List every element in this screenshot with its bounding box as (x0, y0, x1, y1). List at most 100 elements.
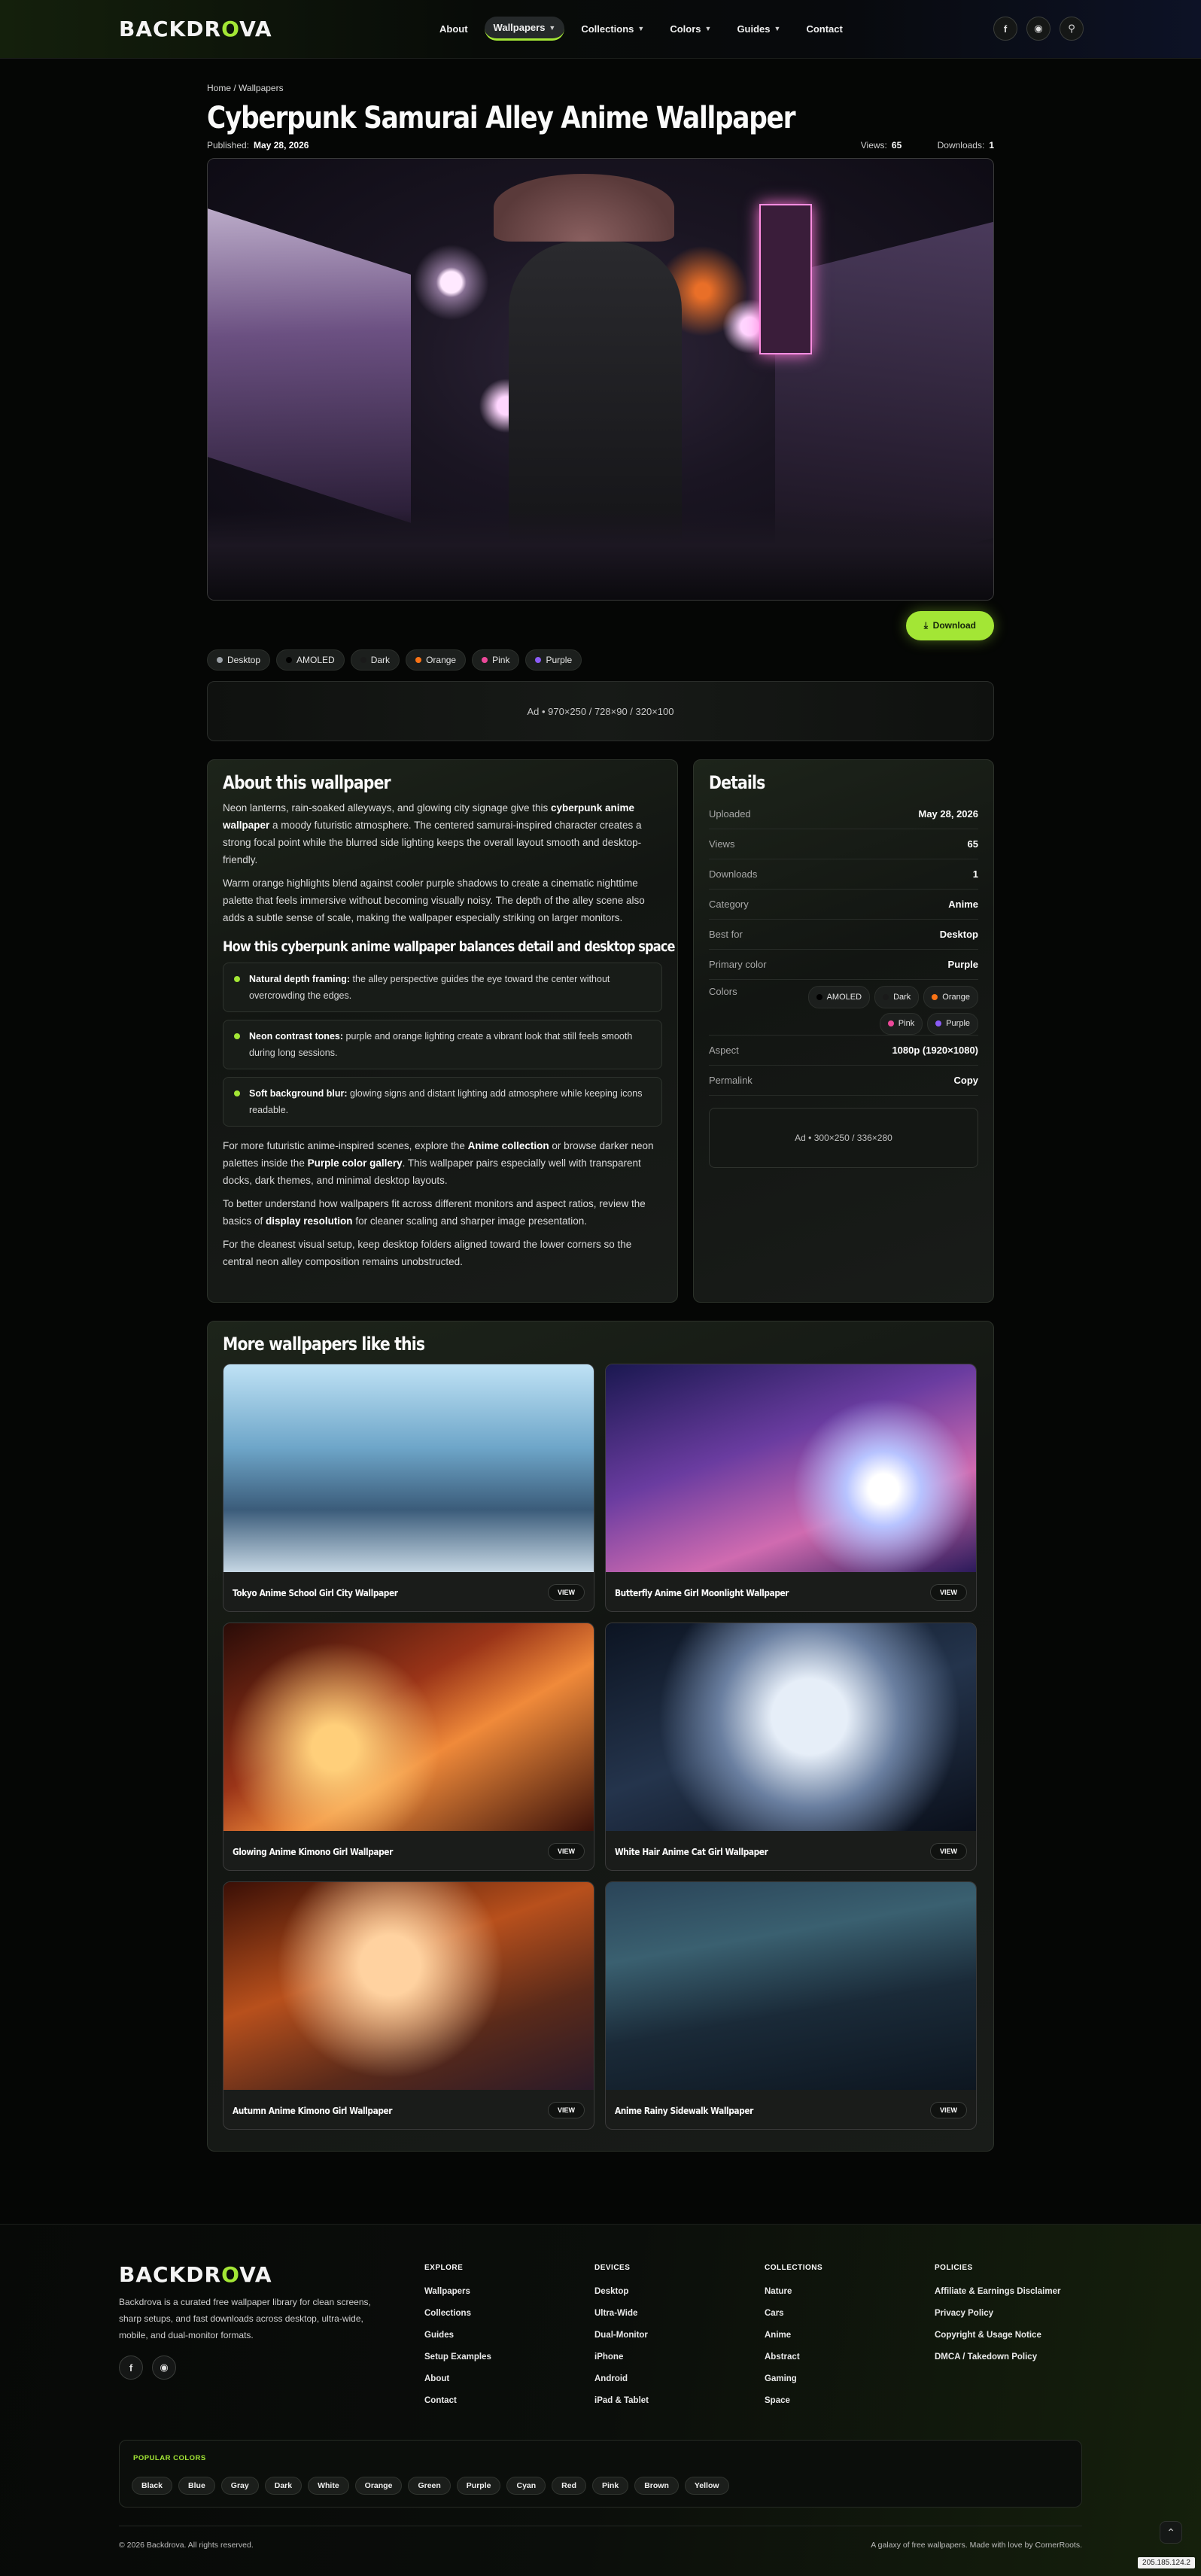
facebook-icon[interactable]: f (119, 2356, 143, 2380)
footer-link[interactable]: Wallpapers (424, 2281, 491, 2303)
chevron-down-icon: ▼ (549, 23, 556, 32)
color-pill[interactable]: Brown (634, 2477, 679, 2495)
view-button[interactable]: VIEW (547, 1584, 585, 1601)
view-button[interactable]: VIEW (929, 1584, 967, 1601)
site-logo[interactable]: BACKDROVA (119, 17, 272, 41)
footer-link[interactable]: Gaming (765, 2368, 822, 2390)
view-button[interactable]: VIEW (547, 2102, 585, 2118)
wallpaper-card[interactable]: White Hair Anime Cat Girl Wallpaper VIEW (605, 1623, 977, 1871)
view-button[interactable]: VIEW (929, 1843, 967, 1860)
footer-link[interactable]: iPhone (594, 2346, 649, 2368)
wallpaper-preview-image[interactable] (207, 158, 994, 601)
nav-collections[interactable]: Collections ▼ (572, 17, 653, 41)
wallpaper-card[interactable]: Tokyo Anime School Girl City Wallpaper VI… (223, 1364, 594, 1612)
color-pill[interactable]: Red (552, 2477, 587, 2495)
chip-purple[interactable]: Purple (525, 649, 582, 671)
anime-collection-link[interactable]: Anime collection (468, 1140, 549, 1151)
footer-link[interactable]: Privacy Policy (935, 2303, 1060, 2325)
color-pill[interactable]: White (308, 2477, 349, 2495)
color-pill[interactable]: Black (132, 2477, 173, 2495)
facebook-icon[interactable]: f (993, 17, 1017, 41)
chip-desktop[interactable]: Desktop (207, 649, 271, 671)
chip-pink[interactable]: Pink (472, 649, 520, 671)
wallpaper-thumbnail[interactable] (606, 1882, 976, 2090)
wallpaper-thumbnail[interactable] (606, 1364, 976, 1572)
wallpaper-thumbnail[interactable] (223, 1364, 594, 1572)
footer-link[interactable]: Android (594, 2368, 649, 2390)
color-chip-pink[interactable]: Pink (879, 1012, 923, 1035)
footer-link[interactable]: Dual-Monitor (594, 2325, 649, 2346)
footer-link[interactable]: iPad & Tablet (594, 2390, 649, 2412)
nav-colors[interactable]: Colors ▼ (661, 17, 720, 41)
color-pill[interactable]: Blue (178, 2477, 215, 2495)
copy-permalink-button[interactable]: Copy (954, 1075, 979, 1086)
chip-orange[interactable]: Orange (406, 649, 467, 671)
wallpaper-card[interactable]: Anime Rainy Sidewalk Wallpaper VIEW (605, 1881, 977, 2130)
wallpaper-thumbnail[interactable] (606, 1623, 976, 1831)
detail-primary-color: Primary color Purple (709, 950, 978, 980)
main-content: Home / Wallpapers Cyberpunk Samurai Alle… (207, 83, 994, 2152)
purple-gallery-link[interactable]: Purple color gallery (308, 1157, 403, 1169)
color-pill[interactable]: Pink (592, 2477, 629, 2495)
breadcrumb[interactable]: Home / Wallpapers (207, 83, 994, 93)
color-chip-orange[interactable]: Orange (923, 986, 978, 1008)
about-paragraph: Warm orange highlights blend against coo… (223, 877, 645, 923)
about-paragraph: For more futuristic anime-inspired scene… (223, 1140, 654, 1186)
color-pill[interactable]: Orange (354, 2477, 403, 2495)
color-chip-dark[interactable]: Dark (874, 986, 920, 1008)
footer-description: Backdrova is a curated free wallpaper li… (119, 2297, 371, 2340)
color-pill[interactable]: Dark (264, 2477, 303, 2495)
nav-about[interactable]: About (430, 17, 477, 41)
details-card: Details Uploaded May 28, 2026 Views 65 Dow… (693, 759, 994, 1303)
color-pill[interactable]: Cyan (506, 2477, 546, 2495)
wallpaper-thumbnail[interactable] (223, 1882, 594, 2090)
ip-label: 205.185.124.2 (1138, 2557, 1195, 2568)
footer-link[interactable]: Nature (765, 2281, 822, 2303)
about-paragraph: Neon lanterns, rain-soaked alleyways, an… (223, 802, 642, 865)
wallpaper-card[interactable]: Glowing Anime Kimono Girl Wallpaper VIEW (223, 1623, 594, 1871)
footer-link[interactable]: Space (765, 2390, 822, 2412)
back-to-top-button[interactable]: ⌃ (1160, 2521, 1182, 2544)
detail-uploaded: Uploaded May 28, 2026 (709, 799, 978, 829)
main-nav: About Wallpapers ▼ Collections ▼ Colors ▼ G… (430, 17, 852, 41)
nav-contact[interactable]: Contact (797, 17, 851, 41)
color-pill[interactable]: Green (408, 2477, 451, 2495)
nav-wallpapers[interactable]: Wallpapers ▼ (484, 17, 565, 41)
footer-link[interactable]: Copyright & Usage Notice (935, 2325, 1060, 2346)
footer-link[interactable]: DMCA / Takedown Policy (935, 2346, 1060, 2368)
search-icon[interactable]: ⚲ (1060, 17, 1084, 41)
color-pill[interactable]: Yellow (684, 2477, 729, 2495)
color-chip-purple[interactable]: Purple (927, 1012, 978, 1035)
footer-link[interactable]: About (424, 2368, 491, 2390)
wallpaper-card[interactable]: Autumn Anime Kimono Girl Wallpaper VIEW (223, 1881, 594, 2130)
published-info: Published: May 28, 2026 (207, 140, 309, 151)
footer-link[interactable]: Abstract (765, 2346, 822, 2368)
footer-link[interactable]: Guides (424, 2325, 491, 2346)
footer-logo[interactable]: BACKDROVA (119, 2262, 272, 2287)
about-card: About this wallpaper Neon lanterns, rain… (207, 759, 678, 1303)
instagram-icon[interactable]: ◉ (152, 2356, 176, 2380)
wallpaper-thumbnail[interactable] (223, 1623, 594, 1831)
footer-link[interactable]: Collections (424, 2303, 491, 2325)
display-resolution-link[interactable]: display resolution (266, 1215, 353, 1227)
nav-guides[interactable]: Guides ▼ (728, 17, 789, 41)
view-button[interactable]: VIEW (547, 1843, 585, 1860)
instagram-icon[interactable]: ◉ (1026, 17, 1050, 41)
chip-amoled[interactable]: AMOLED (276, 649, 345, 671)
download-button[interactable]: ⤓ Download (905, 611, 994, 640)
footer-link[interactable]: Affiliate & Earnings Disclaimer (935, 2281, 1060, 2303)
wallpaper-card[interactable]: Butterfly Anime Girl Moonlight Wallpaper… (605, 1364, 977, 1612)
footer-link[interactable]: Setup Examples (424, 2346, 491, 2368)
color-chip-amoled[interactable]: AMOLED (807, 986, 871, 1008)
footer-link[interactable]: Ultra-Wide (594, 2303, 649, 2325)
color-pill[interactable]: Purple (456, 2477, 501, 2495)
color-pill[interactable]: Gray (220, 2477, 259, 2495)
view-button[interactable]: VIEW (929, 2102, 967, 2118)
footer-link[interactable]: Cars (765, 2303, 822, 2325)
tag-chips: Desktop AMOLED Dark Orange Pink Purple (207, 649, 994, 671)
chip-dark[interactable]: Dark (350, 649, 400, 671)
footer-link[interactable]: Anime (765, 2325, 822, 2346)
footer-link[interactable]: Desktop (594, 2281, 649, 2303)
footer-col-collections: COLLECTIONS Nature Cars Anime Abstract G… (765, 2264, 822, 2412)
footer-link[interactable]: Contact (424, 2390, 491, 2412)
